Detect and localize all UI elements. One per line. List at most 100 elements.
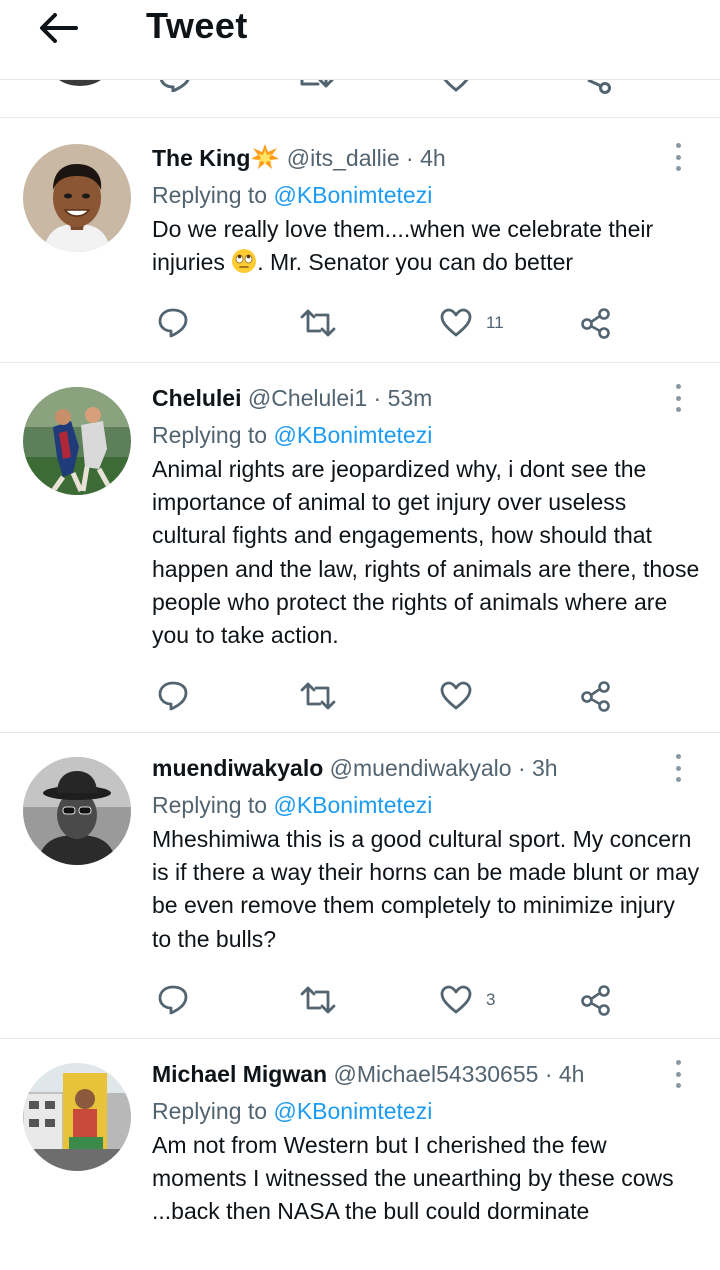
replying-to-line: Replying to @KBonimtetezi	[152, 179, 700, 211]
tweet-text: Am not from Western but I cherished the …	[152, 1132, 674, 1225]
like-button[interactable]: 11	[440, 303, 504, 343]
tweet-text: Mheshimiwa this is a good cultural sport…	[152, 826, 700, 952]
heart-icon	[440, 681, 472, 710]
reply-tweet[interactable]: Michael Migwan @Michael54330655 · 4h Rep…	[0, 1039, 720, 1270]
replying-to-label: Replying to	[152, 792, 274, 818]
tweet-time[interactable]: 4h	[420, 145, 446, 171]
display-name[interactable]: muendiwakyalo	[152, 755, 323, 781]
tweet-header: Chelulei @Chelulei1 · 53m	[152, 382, 700, 414]
previous-tweet-cutoff	[0, 80, 720, 118]
more-options-button[interactable]	[666, 140, 690, 174]
reply-tweet[interactable]: The King @its_dallie · 4h Replying to @K…	[0, 118, 720, 363]
user-handle[interactable]: @muendiwakyalo	[330, 755, 512, 781]
share-icon	[581, 681, 610, 712]
retweet-button[interactable]	[300, 980, 336, 1020]
reply-to-link[interactable]: @KBonimtetezi	[273, 182, 432, 208]
more-vertical-icon	[675, 384, 681, 389]
user-handle[interactable]: @Michael54330655	[333, 1061, 538, 1087]
eye-roll-emoji-icon	[231, 248, 257, 274]
replying-to-label: Replying to	[152, 1098, 274, 1124]
share-icon	[581, 985, 610, 1016]
separator-dot: ·	[544, 1061, 553, 1087]
share-icon	[581, 308, 610, 339]
tweet-actions: 11	[152, 303, 622, 343]
display-name[interactable]: Chelulei	[152, 385, 241, 411]
more-vertical-icon	[675, 1083, 681, 1088]
tweet-time[interactable]: 3h	[532, 755, 558, 781]
more-options-button[interactable]	[666, 1057, 690, 1091]
separator-dot: ·	[373, 385, 382, 411]
reply-button[interactable]	[157, 980, 189, 1020]
heart-icon	[440, 308, 472, 337]
more-vertical-icon	[675, 143, 681, 148]
share-button[interactable]	[580, 303, 612, 343]
more-vertical-icon	[675, 154, 681, 160]
more-vertical-icon	[675, 166, 681, 171]
back-button[interactable]	[36, 8, 80, 48]
more-vertical-icon	[675, 777, 681, 782]
share-button[interactable]	[580, 980, 612, 1020]
display-name[interactable]: Michael Migwan	[152, 1061, 327, 1087]
retweet-icon[interactable]	[298, 80, 334, 92]
tweet-text: Do we really love them....when we celebr…	[152, 213, 700, 279]
more-vertical-icon	[675, 1071, 681, 1077]
replying-to-line: Replying to @KBonimtetezi	[152, 1095, 700, 1127]
share-button[interactable]	[580, 676, 612, 716]
retweet-button[interactable]	[300, 676, 336, 716]
page-title: Tweet	[146, 5, 248, 46]
reply-icon	[158, 308, 188, 338]
tweet-header: muendiwakyalo @muendiwakyalo · 3h	[152, 752, 700, 784]
reply-tweet[interactable]: muendiwakyalo @muendiwakyalo · 3h Replyi…	[0, 733, 720, 1039]
reply-tweet[interactable]: Chelulei @Chelulei1 · 53m Replying to @K…	[0, 363, 720, 733]
like-button[interactable]: 3	[440, 980, 495, 1020]
more-options-button[interactable]	[666, 381, 690, 415]
back-arrow-icon	[40, 13, 78, 43]
more-vertical-icon	[675, 765, 681, 771]
retweet-button[interactable]	[300, 303, 336, 343]
avatar[interactable]	[23, 387, 131, 495]
avatar[interactable]	[23, 757, 131, 865]
tweet-actions: 3	[152, 980, 622, 1020]
separator-dot: ·	[406, 145, 414, 171]
avatar[interactable]	[23, 144, 131, 252]
tweet-actions	[152, 676, 622, 716]
user-handle[interactable]: @its_dallie	[287, 145, 400, 171]
replying-to-label: Replying to	[152, 422, 274, 448]
more-options-button[interactable]	[666, 751, 690, 785]
replying-to-label: Replying to	[152, 182, 274, 208]
tweet-text-part: . Mr. Senator you can do better	[257, 249, 574, 276]
tweet-header: The King @its_dallie · 4h	[152, 142, 700, 174]
replying-to-line: Replying to @KBonimtetezi	[152, 789, 700, 821]
reply-button[interactable]	[157, 676, 189, 716]
user-handle[interactable]: @Chelulei1	[248, 385, 367, 411]
retweet-icon	[300, 986, 336, 1014]
more-vertical-icon	[675, 754, 681, 759]
reply-to-link[interactable]: @KBonimtetezi	[273, 1098, 432, 1124]
display-name[interactable]: The King	[152, 145, 250, 171]
reply-to-link[interactable]: @KBonimtetezi	[273, 792, 432, 818]
avatar[interactable]	[23, 1063, 131, 1171]
retweet-icon	[300, 682, 336, 710]
separator-dot: ·	[517, 755, 526, 781]
like-count: 3	[486, 990, 496, 1009]
tweet-header: Michael Migwan @Michael54330655 · 4h	[152, 1058, 700, 1090]
heart-icon[interactable]	[440, 80, 472, 92]
retweet-icon	[300, 309, 336, 337]
tweet-time[interactable]: 53m	[388, 385, 433, 411]
collision-emoji-icon	[250, 143, 280, 171]
replying-to-line: Replying to @KBonimtetezi	[152, 419, 700, 451]
share-icon[interactable]	[582, 80, 612, 94]
reply-button[interactable]	[157, 303, 189, 343]
tweet-time[interactable]: 4h	[559, 1061, 585, 1087]
reply-icon[interactable]	[158, 80, 192, 92]
more-vertical-icon	[675, 1060, 681, 1065]
heart-icon	[440, 985, 472, 1014]
top-bar: Tweet	[0, 0, 720, 80]
avatar	[52, 80, 108, 86]
more-vertical-icon	[675, 395, 681, 401]
tweet-text: Animal rights are jeopardized why, i don…	[152, 456, 700, 649]
like-button[interactable]	[440, 676, 486, 716]
more-vertical-icon	[675, 407, 681, 412]
reply-icon	[158, 985, 188, 1015]
reply-to-link[interactable]: @KBonimtetezi	[273, 422, 432, 448]
